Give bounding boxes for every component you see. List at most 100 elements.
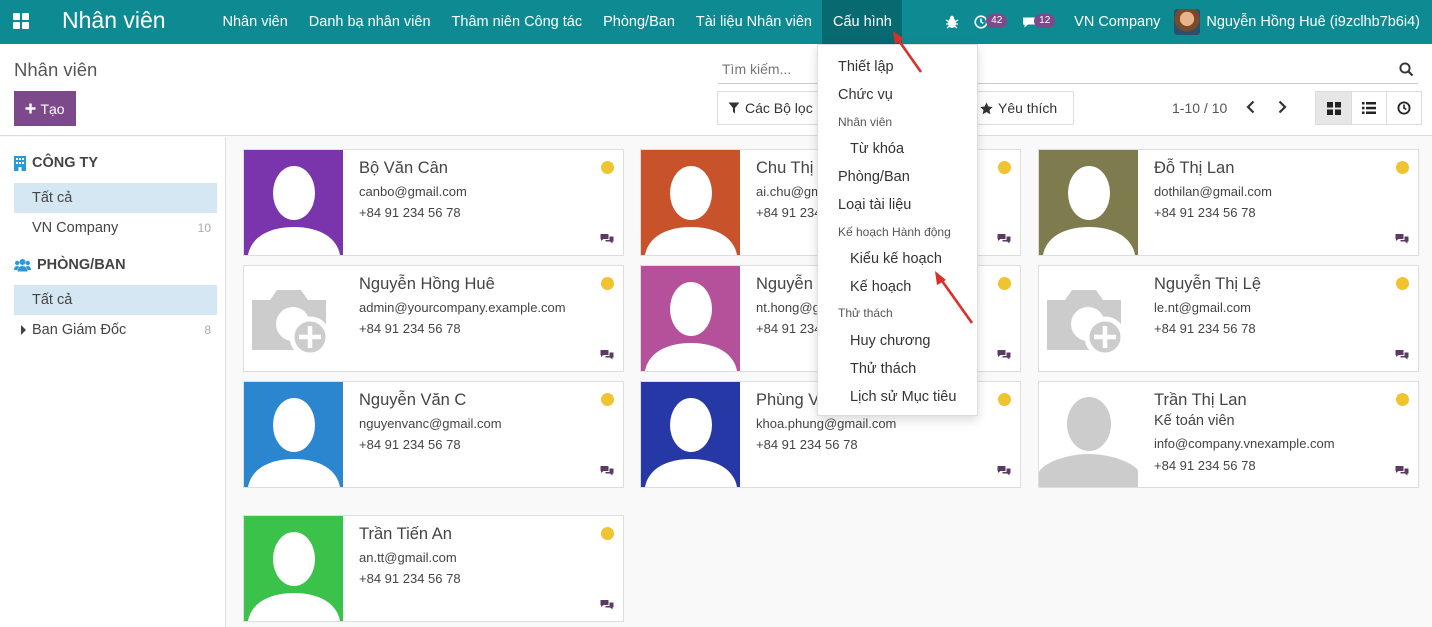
company-switcher[interactable]: VN Company bbox=[1074, 14, 1160, 30]
favorites-button[interactable]: Yêu thích bbox=[970, 91, 1074, 125]
employee-card[interactable]: Bộ Văn Cân canbo@gmail.com +84 91 234 56 7… bbox=[243, 149, 624, 256]
employee-job-title: Kế toán viên bbox=[1154, 413, 1235, 429]
comments-icon[interactable] bbox=[600, 233, 614, 244]
dropdown-item-11[interactable]: Thử thách bbox=[850, 361, 916, 377]
presence-status-dot bbox=[1396, 393, 1409, 406]
menu-item-directory[interactable]: Danh bạ nhân viên bbox=[298, 0, 441, 44]
employee-photo bbox=[1039, 382, 1138, 487]
comments-icon[interactable] bbox=[600, 349, 614, 360]
search-icon[interactable] bbox=[1399, 62, 1414, 77]
menu-item-departments[interactable]: Phòng/Ban bbox=[593, 0, 686, 44]
filter-label: Tất cả bbox=[32, 190, 73, 206]
users-icon bbox=[14, 259, 31, 272]
caret-right-icon[interactable] bbox=[21, 325, 26, 335]
employee-card[interactable]: Nguyễn Văn C nguyenvanc@gmail.com +84 91 2… bbox=[243, 381, 624, 488]
breadcrumb: Nhân viên bbox=[14, 59, 98, 80]
employee-phone: +84 91 234 bbox=[756, 205, 822, 220]
employee-email: dothilan@gmail.com bbox=[1154, 184, 1272, 199]
presence-status-dot bbox=[1396, 161, 1409, 174]
dropdown-item-3[interactable]: Từ khóa bbox=[850, 141, 904, 157]
dropdown-section-header-9: Thử thách bbox=[838, 306, 893, 320]
pager-value[interactable]: 1-10 / 10 bbox=[1172, 100, 1227, 116]
company-filter-all[interactable]: Tất cả bbox=[14, 183, 217, 213]
employee-photo bbox=[1039, 150, 1138, 255]
employee-photo bbox=[1039, 266, 1138, 371]
presence-status-dot bbox=[1396, 277, 1409, 290]
apps-menu-icon[interactable] bbox=[13, 13, 29, 29]
filter-count: 8 bbox=[204, 323, 211, 337]
dropdown-item-5[interactable]: Loại tài liệu bbox=[838, 197, 911, 213]
employee-phone: +84 91 234 56 78 bbox=[1154, 458, 1256, 473]
user-avatar bbox=[1174, 9, 1201, 35]
chevron-right-icon[interactable] bbox=[1276, 100, 1288, 114]
employee-photo bbox=[641, 266, 740, 371]
filter-count: 10 bbox=[197, 221, 211, 235]
bug-icon[interactable] bbox=[944, 14, 960, 30]
messages-button[interactable]: 12 bbox=[1022, 12, 1056, 32]
comments-icon[interactable] bbox=[1395, 233, 1409, 244]
menu-item-employees[interactable]: Nhân viên bbox=[212, 0, 298, 44]
employee-card[interactable]: Nguyễn Thị Lệ le.nt@gmail.com +84 91 234 5… bbox=[1038, 265, 1419, 372]
employee-email: admin@yourcompany.example.com bbox=[359, 300, 566, 315]
comments-icon[interactable] bbox=[997, 465, 1011, 476]
employee-phone: +84 91 234 56 78 bbox=[359, 205, 461, 220]
configuration-dropdown: Thiết lập Chức vụ Nhân viên Từ khóa Phòng/Ba… bbox=[817, 44, 978, 416]
presence-status-dot bbox=[998, 277, 1011, 290]
department-section-header: PHÒNG/BAN bbox=[14, 257, 126, 273]
employee-name: Nguyễn Hồng Huê bbox=[359, 275, 495, 293]
user-menu[interactable]: Nguyễn Hồng Huê (i9zclhb7b6i4) bbox=[1174, 9, 1420, 35]
dropdown-item-10[interactable]: Huy chương bbox=[850, 333, 930, 349]
employee-photo bbox=[244, 150, 343, 255]
view-switcher bbox=[1315, 91, 1422, 125]
employee-email: info@company.vnexample.com bbox=[1154, 436, 1335, 451]
comments-icon[interactable] bbox=[1395, 465, 1409, 476]
chevron-left-icon[interactable] bbox=[1245, 100, 1257, 114]
activities-button[interactable]: 42 bbox=[974, 12, 1008, 32]
dropdown-item-7[interactable]: Kiểu kế hoạch bbox=[850, 251, 942, 267]
employee-card[interactable]: Nguyễn Hồng Huê admin@yourcompany.example… bbox=[243, 265, 624, 372]
employee-phone: +84 91 234 56 78 bbox=[359, 321, 461, 336]
menu-item-documents[interactable]: Tài liệu Nhân viên bbox=[685, 0, 822, 44]
comments-icon[interactable] bbox=[997, 349, 1011, 360]
dropdown-item-8[interactable]: Kế hoạch bbox=[850, 279, 911, 295]
dropdown-item-0[interactable]: Thiết lập bbox=[838, 59, 894, 75]
employee-email: khoa.phung@gmail.com bbox=[756, 416, 897, 431]
favorites-label: Yêu thích bbox=[998, 100, 1058, 116]
list-view-button[interactable] bbox=[1351, 92, 1386, 124]
company-filter-vn-company[interactable]: VN Company 10 bbox=[14, 213, 217, 243]
search-input[interactable] bbox=[718, 56, 1368, 82]
create-button[interactable]: Tạo bbox=[14, 91, 76, 126]
filter-label: VN Company bbox=[32, 220, 119, 236]
employee-photo bbox=[641, 382, 740, 487]
employee-card[interactable]: Trần Tiến An an.tt@gmail.com +84 91 234 56… bbox=[243, 515, 624, 622]
comments-icon[interactable] bbox=[600, 465, 614, 476]
presence-status-dot bbox=[601, 393, 614, 406]
menu-item-configuration[interactable]: Cấu hình bbox=[822, 0, 903, 44]
employee-name: Trần Thị Lan bbox=[1154, 391, 1247, 409]
menu-item-seniority[interactable]: Thâm niên Công tác bbox=[441, 0, 593, 44]
search-panel: CÔNG TY Tất cả VN Company 10 PHÒNG/BAN T… bbox=[0, 137, 226, 627]
comments-icon[interactable] bbox=[997, 233, 1011, 244]
dropdown-item-12[interactable]: Lịch sử Mục tiêu bbox=[850, 389, 956, 405]
employee-name: Phùng V bbox=[756, 391, 820, 409]
employee-email: le.nt@gmail.com bbox=[1154, 300, 1252, 315]
dropdown-item-4[interactable]: Phòng/Ban bbox=[838, 169, 910, 185]
presence-status-dot bbox=[998, 161, 1011, 174]
employee-card[interactable]: Trần Thị Lan Kế toán viên info@company.vne… bbox=[1038, 381, 1419, 488]
comments-icon[interactable] bbox=[1395, 349, 1409, 360]
kanban-view-button[interactable] bbox=[1316, 92, 1351, 124]
app-brand[interactable]: Nhân viên bbox=[62, 7, 166, 34]
department-filter-board[interactable]: Ban Giám Đốc 8 bbox=[14, 315, 217, 345]
main-menu: Nhân viên Danh bạ nhân viên Thâm niên Cô… bbox=[212, 0, 903, 44]
dropdown-section-header-6: Kế hoạch Hành động bbox=[838, 225, 951, 239]
department-filter-all[interactable]: Tất cả bbox=[14, 285, 217, 315]
kanban-icon bbox=[1326, 101, 1341, 115]
dropdown-item-1[interactable]: Chức vụ bbox=[838, 87, 893, 103]
activity-view-button[interactable] bbox=[1386, 92, 1421, 124]
comments-icon[interactable] bbox=[600, 599, 614, 610]
employee-phone: +84 91 234 56 78 bbox=[756, 437, 858, 452]
employee-email: nt.hong@g bbox=[756, 300, 820, 315]
employee-name: Nguyễn Văn C bbox=[359, 391, 467, 409]
employee-card[interactable]: Đỗ Thị Lan dothilan@gmail.com +84 91 234 5… bbox=[1038, 149, 1419, 256]
top-navbar: Nhân viên Nhân viên Danh bạ nhân viên Th… bbox=[0, 0, 1432, 44]
